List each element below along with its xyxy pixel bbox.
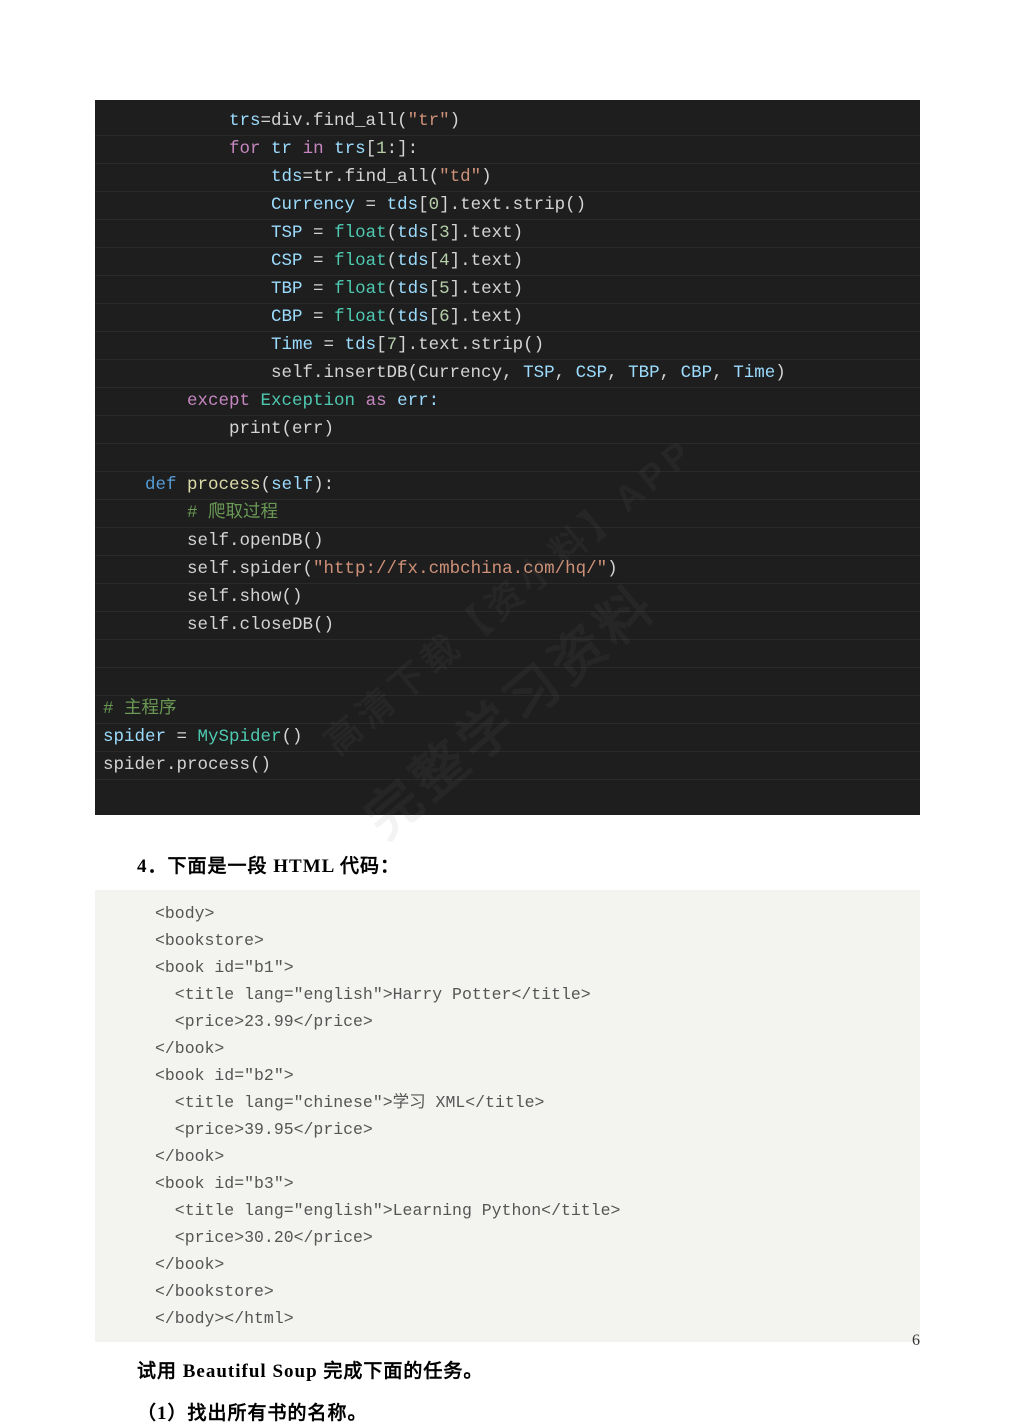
code-line: except Exception as err: [95, 388, 920, 416]
code-line: print(err) [95, 416, 920, 444]
code-line: # 主程序 [95, 696, 920, 724]
html-code-block: <body> <bookstore> <book id="b1"> <title… [95, 890, 920, 1342]
code-line: def process(self): [95, 472, 920, 500]
python-code-block: trs=div.find_all("tr") for tr in trs[1:]… [95, 100, 920, 815]
code-line: # 爬取过程 [95, 500, 920, 528]
code-line: CBP = float(tds[6].text) [95, 304, 920, 332]
code-line: Currency = tds[0].text.strip() [95, 192, 920, 220]
code-line: CSP = float(tds[4].text) [95, 248, 920, 276]
code-line [95, 668, 920, 696]
code-line: self.insertDB(Currency, TSP, CSP, TBP, C… [95, 360, 920, 388]
code-line: self.closeDB() [95, 612, 920, 640]
code-line [95, 444, 920, 472]
code-line: TSP = float(tds[3].text) [95, 220, 920, 248]
code-line: for tr in trs[1:]: [95, 136, 920, 164]
question-heading: 4．下面是一段 HTML 代码： [137, 851, 920, 878]
code-line: self.spider("http://fx.cmbchina.com/hq/"… [95, 556, 920, 584]
code-line: self.show() [95, 584, 920, 612]
page-number: 6 [912, 1332, 920, 1350]
code-line: TBP = float(tds[5].text) [95, 276, 920, 304]
code-line: self.openDB() [95, 528, 920, 556]
code-line: Time = tds[7].text.strip() [95, 332, 920, 360]
subtask-instruction: （1）找出所有书的名称。 [137, 1398, 920, 1425]
code-line: spider.process() [95, 752, 920, 780]
code-line: tds=tr.find_all("td") [95, 164, 920, 192]
code-line [95, 640, 920, 668]
task-instruction: 试用 Beautiful Soup 完成下面的任务。 [137, 1356, 920, 1383]
code-line: trs=div.find_all("tr") [95, 108, 920, 136]
code-line [95, 780, 920, 807]
code-line: spider = MySpider() [95, 724, 920, 752]
